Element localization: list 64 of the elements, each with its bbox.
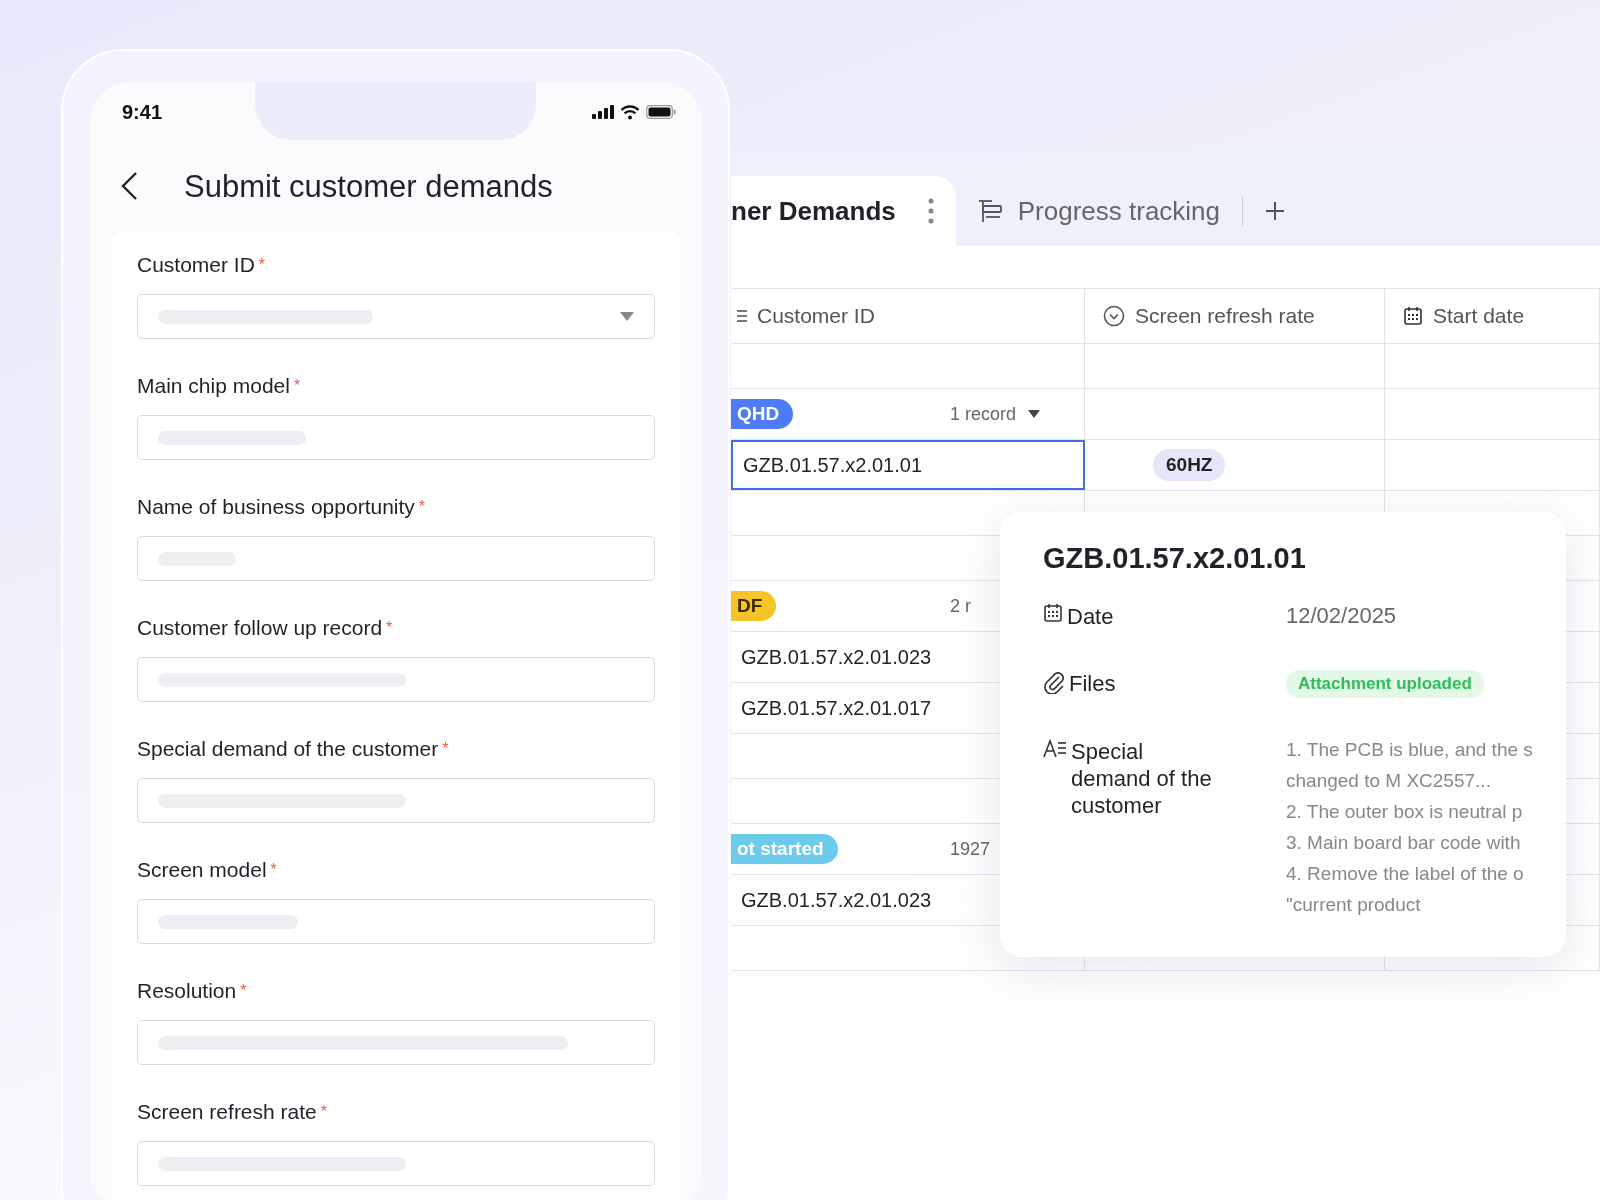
required-mark: * <box>442 740 449 757</box>
text-format-icon <box>1043 738 1067 760</box>
view-tab[interactable]: ner Demands <box>731 176 956 246</box>
wifi-icon <box>620 104 640 120</box>
required-mark: * <box>386 619 393 636</box>
caret-icon <box>620 312 634 321</box>
status-time: 9:41 <box>122 100 163 124</box>
field-label: Customer follow up record <box>137 616 383 639</box>
paperclip-icon <box>1043 670 1065 694</box>
chevron-circle-icon <box>1103 305 1125 327</box>
back-icon <box>120 170 138 201</box>
select-field[interactable] <box>137 294 655 339</box>
input-field[interactable] <box>137 778 655 823</box>
required-mark: * <box>258 256 266 273</box>
attachment-status: Attachment uploaded <box>1286 670 1484 698</box>
record-count: 1 record <box>950 403 1017 425</box>
demand-line: changed to M XC2557... <box>1286 769 1492 792</box>
group-tag: ot started <box>731 834 838 864</box>
view-tab[interactable]: Progress tracking <box>955 176 1243 246</box>
required-mark: * <box>320 1103 327 1120</box>
demand-line: 3. Main board bar code with <box>1286 831 1522 854</box>
group-tag: QHD <box>731 399 794 429</box>
demand-line: 1. The PCB is blue, and the s <box>1286 738 1534 761</box>
field-label: Screen model <box>137 858 267 881</box>
table-cell[interactable]: GZB.01.57.x2.01.01 <box>731 440 1085 490</box>
calendar-icon <box>1403 306 1423 326</box>
field-label: Special demand of the customer <box>1071 738 1213 819</box>
input-field[interactable] <box>137 899 655 944</box>
demand-line: 4. Remove the label of the o <box>1286 862 1525 885</box>
required-mark: * <box>293 377 301 394</box>
caret-icon[interactable] <box>1028 410 1041 418</box>
column-header: Start date <box>1433 304 1525 328</box>
card-title: GZB.01.57.x2.01.01 <box>1043 542 1307 575</box>
column-header: Screen refresh rate <box>1135 304 1315 328</box>
plus-icon <box>1265 201 1286 221</box>
rate-tag: 60HZ <box>1153 449 1226 481</box>
calendar-icon <box>1043 603 1063 623</box>
input-field[interactable] <box>137 1020 655 1065</box>
field-label: Special demand of the customer <box>137 737 439 760</box>
field-label: Screen refresh rate <box>137 1100 317 1123</box>
required-mark: * <box>240 982 247 999</box>
field-label: Main chip model <box>137 374 290 397</box>
group-tag: DF <box>731 591 777 621</box>
demand-line: 2. The outer box is neutral p <box>1286 800 1524 823</box>
input-field[interactable] <box>137 536 655 581</box>
timeline-icon <box>977 199 1004 223</box>
record-count: 1927 <box>950 838 991 860</box>
signal-icon <box>592 105 614 119</box>
field-label: Date <box>1067 603 1115 630</box>
column-header: Customer ID <box>757 304 875 328</box>
field-label: Name of business opportunity <box>137 495 415 518</box>
input-field[interactable] <box>137 1141 655 1186</box>
required-mark: * <box>418 498 426 515</box>
demand-line: "current product <box>1286 893 1422 916</box>
battery-icon <box>646 105 676 119</box>
field-label: Resolution <box>137 979 237 1002</box>
date-value: 12/02/2025 <box>1286 603 1398 630</box>
input-field[interactable] <box>137 657 655 702</box>
field-label: Customer ID <box>137 253 255 276</box>
input-field[interactable] <box>137 415 655 460</box>
record-count: 2 r <box>950 595 971 617</box>
required-mark: * <box>270 861 277 878</box>
page-title: Submit customer demands <box>184 169 553 205</box>
more-icon <box>927 198 934 224</box>
